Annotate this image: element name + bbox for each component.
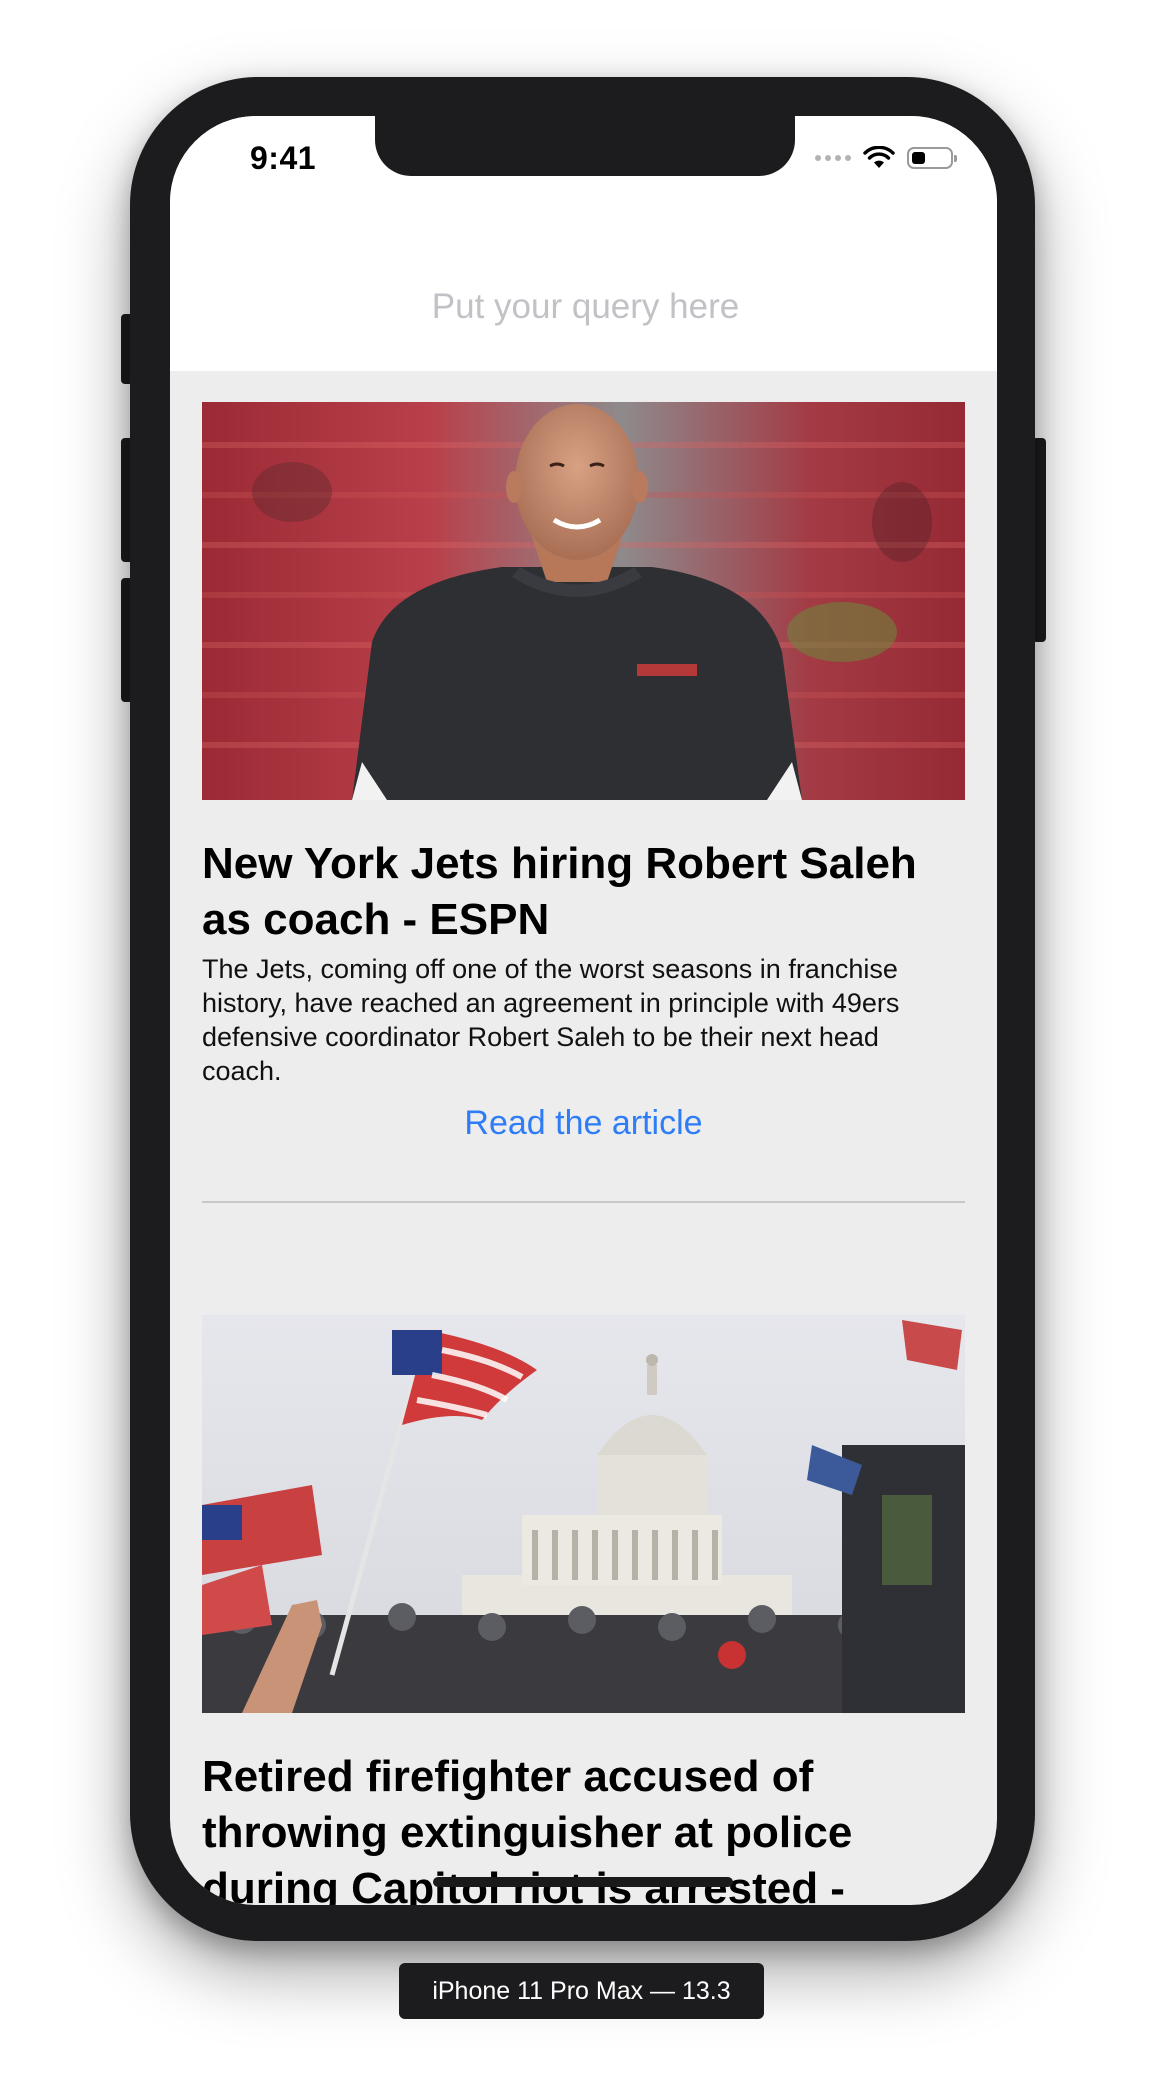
battery-icon <box>907 147 957 169</box>
home-indicator[interactable] <box>433 1877 733 1887</box>
article-image <box>202 1315 965 1713</box>
simulator-stage: 9:41 <box>0 0 1168 2096</box>
notch <box>375 116 795 176</box>
feed-spacer <box>202 1203 965 1315</box>
article-image <box>202 402 965 800</box>
wifi-icon <box>863 146 895 168</box>
status-time: 9:41 <box>250 140 317 176</box>
device-screen: 9:41 <box>170 116 997 1905</box>
battery-level <box>912 152 925 164</box>
article-title: New York Jets hiring Robert Saleh as coa… <box>202 839 917 944</box>
article-description: The Jets, coming off one of the worst se… <box>202 954 900 1086</box>
device-label: iPhone 11 Pro Max — 13.3 <box>399 1963 764 2019</box>
capitol-photo <box>202 1315 965 1713</box>
status-icons <box>815 146 957 170</box>
signal-dots-icon <box>815 155 851 161</box>
read-article-link[interactable]: Read the article <box>202 1104 965 1143</box>
coach-photo <box>202 402 965 800</box>
search-input[interactable] <box>230 276 941 338</box>
article-feed[interactable]: New York Jets hiring Robert Saleh as coa… <box>202 402 965 1905</box>
article-card: Retired firefighter accused of throwing … <box>202 1315 965 1905</box>
article-card: New York Jets hiring Robert Saleh as coa… <box>202 402 965 1203</box>
